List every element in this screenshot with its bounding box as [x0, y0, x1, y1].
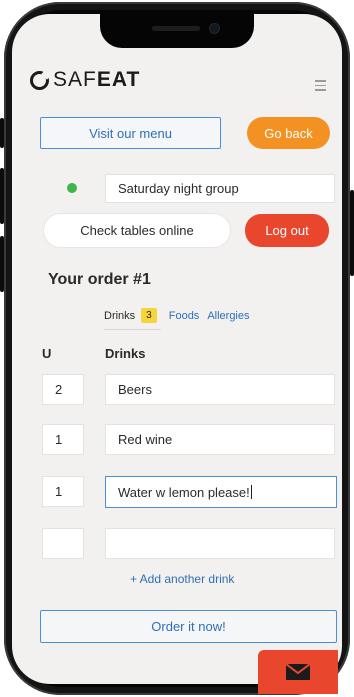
tab-allergies[interactable]: Allergies — [207, 310, 249, 329]
order-now-button[interactable]: Order it now! — [40, 610, 337, 643]
drink-input-3-text: Water w lemon please! — [118, 484, 250, 500]
phone-notch — [100, 14, 254, 48]
order-tabs: Drinks 3 Foods Allergies — [104, 308, 250, 330]
phone-power-button — [350, 190, 354, 276]
group-status-dot — [67, 183, 77, 193]
go-back-button[interactable]: Go back — [247, 117, 330, 149]
drink-input-3[interactable]: Water w lemon please! — [105, 476, 337, 508]
drink-input-4[interactable] — [105, 528, 335, 559]
drink-input-2[interactable]: Red wine — [105, 424, 335, 455]
text-caret — [250, 485, 252, 499]
visit-menu-button[interactable]: Visit our menu — [40, 117, 221, 149]
qty-input-1[interactable]: 2 — [42, 374, 84, 405]
logout-button[interactable]: Log out — [245, 214, 329, 247]
check-tables-button[interactable]: Check tables online — [44, 214, 230, 247]
speaker-grille — [152, 26, 200, 31]
tab-drinks[interactable]: Drinks 3 — [104, 308, 161, 330]
add-another-drink-link[interactable]: + Add another drink — [130, 572, 234, 586]
group-name-field[interactable]: Saturday night group — [105, 174, 335, 203]
brand-name-part1: SAF — [53, 68, 97, 91]
safeat-logo[interactable]: SAF EAT — [30, 68, 140, 92]
drinks-count-badge: 3 — [141, 308, 157, 323]
tab-foods[interactable]: Foods — [169, 310, 200, 329]
drinks-column-header: Drinks — [105, 346, 146, 361]
phone-volume-down — [0, 236, 4, 292]
menu-icon[interactable] — [315, 80, 326, 94]
brand-name-part2: EAT — [96, 68, 141, 91]
qty-input-4[interactable] — [42, 528, 84, 559]
drink-input-1[interactable]: Beers — [105, 374, 335, 405]
phone-side-button-left — [0, 118, 4, 148]
order-title: Your order #1 — [48, 271, 151, 288]
front-camera — [210, 24, 219, 33]
phone-volume-up — [0, 168, 4, 224]
qty-column-header: U — [42, 346, 52, 361]
qty-input-2[interactable]: 1 — [42, 424, 84, 455]
qty-input-3[interactable]: 1 — [42, 476, 84, 507]
safeat-logo-icon — [30, 70, 49, 90]
mail-icon — [286, 664, 310, 680]
tab-drinks-label: Drinks — [104, 309, 136, 322]
